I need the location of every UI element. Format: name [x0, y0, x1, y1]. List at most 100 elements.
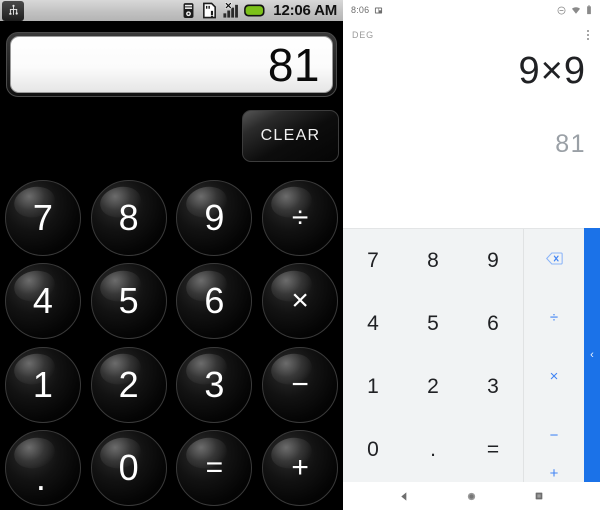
key-label: 2	[427, 375, 439, 399]
key-label: 1	[32, 363, 53, 405]
right-key-backspace[interactable]	[524, 229, 584, 288]
button-face: ×	[262, 263, 339, 340]
key-label: 1	[367, 375, 379, 399]
left-key-decimal[interactable]: .	[0, 427, 86, 510]
button-face: +	[262, 430, 339, 507]
key-label: 8	[118, 196, 139, 238]
left-display-bezel: 81	[6, 32, 337, 97]
wifi-icon	[571, 6, 581, 14]
signal-bars-icon	[223, 2, 239, 18]
left-key-divide[interactable]: ÷	[257, 176, 343, 260]
right-key-9[interactable]: 9	[463, 229, 523, 292]
key-label: 4	[32, 280, 53, 322]
right-key-minus[interactable]: −	[524, 406, 584, 465]
left-key-7[interactable]: 7	[0, 176, 86, 260]
left-key-equals[interactable]: =	[172, 427, 258, 510]
overflow-menu-icon[interactable]	[587, 30, 591, 40]
right-key-equals[interactable]: =	[463, 419, 523, 482]
right-key-0[interactable]: 0	[343, 419, 403, 482]
button-face: 6	[176, 263, 253, 340]
left-status-icons: 12:06 AM	[180, 2, 343, 19]
key-label: 7	[367, 248, 379, 272]
formula-display[interactable]: 9×9	[343, 52, 600, 90]
button-face: 3	[176, 346, 253, 423]
key-label: 0	[367, 438, 379, 462]
right-operator-pad: ÷ × − +	[524, 229, 584, 482]
right-key-plus[interactable]: +	[524, 465, 584, 482]
button-face: 8	[90, 179, 167, 256]
right-key-5[interactable]: 5	[403, 292, 463, 355]
key-label: ×	[291, 284, 309, 318]
button-face: 9	[176, 179, 253, 256]
clock-label: 12:06 AM	[273, 2, 337, 19]
angle-unit-label[interactable]: DEG	[352, 30, 374, 40]
key-label: −	[291, 367, 309, 401]
left-key-8[interactable]: 8	[86, 176, 172, 260]
left-key-6[interactable]: 6	[172, 260, 258, 344]
key-label: .	[430, 438, 436, 462]
right-key-multiply[interactable]: ×	[524, 347, 584, 406]
screenshot-icon	[375, 7, 383, 13]
left-key-2[interactable]: 2	[86, 343, 172, 427]
back-icon[interactable]	[399, 491, 410, 502]
left-keypad: 7 8 9 ÷ 4 5 6 × 1 2 3 −. 0 = +	[0, 176, 343, 510]
left-key-plus[interactable]: +	[257, 427, 343, 510]
button-face: .	[4, 430, 81, 507]
sd-card-warning-icon	[203, 2, 217, 19]
key-label: −	[549, 427, 559, 444]
right-key-divide[interactable]: ÷	[524, 288, 584, 347]
right-key-6[interactable]: 6	[463, 292, 523, 355]
right-key-decimal[interactable]: .	[403, 419, 463, 482]
left-key-multiply[interactable]: ×	[257, 260, 343, 344]
material-calculator-screenshot: 8:06 DEG 9×9 81 7 8 9 4 5 6 1 2 3 0 . = …	[343, 0, 600, 510]
clear-button-label: CLEAR	[260, 127, 321, 144]
right-key-2[interactable]: 2	[403, 356, 463, 419]
right-keypad: 7 8 9 4 5 6 1 2 3 0. = ÷ × − +	[343, 228, 600, 482]
left-key-9[interactable]: 9	[172, 176, 258, 260]
left-status-bar: 12:06 AM	[0, 0, 343, 24]
left-display-value: 81	[267, 38, 320, 91]
result-display: 81	[555, 130, 586, 158]
key-label: 0	[118, 447, 139, 489]
right-key-1[interactable]: 1	[343, 356, 403, 419]
right-key-8[interactable]: 8	[403, 229, 463, 292]
battery-icon	[587, 5, 591, 15]
key-label: 8	[427, 248, 439, 272]
left-key-1[interactable]: 1	[0, 343, 86, 427]
button-face: 0	[90, 430, 167, 507]
key-label: ×	[549, 368, 559, 385]
key-label: 5	[427, 311, 439, 335]
clear-button[interactable]: CLEAR	[242, 110, 339, 162]
home-icon[interactable]	[466, 491, 477, 502]
key-label: 5	[118, 280, 139, 322]
key-label: 9	[487, 248, 499, 272]
left-key-5[interactable]: 5	[86, 260, 172, 344]
button-face: −	[262, 346, 339, 423]
button-face: 2	[90, 346, 167, 423]
key-label: .	[35, 457, 46, 499]
key-label: ÷	[291, 200, 309, 234]
button-face: =	[176, 430, 253, 507]
right-key-3[interactable]: 3	[463, 356, 523, 419]
left-key-0[interactable]: 0	[86, 427, 172, 510]
right-key-4[interactable]: 4	[343, 292, 403, 355]
battery-icon	[244, 4, 265, 17]
left-key-4[interactable]: 4	[0, 260, 86, 344]
key-label: +	[549, 465, 559, 482]
button-face: 5	[90, 263, 167, 340]
chevron-left-icon: ‹	[590, 348, 594, 361]
legacy-calculator-screenshot: 12:06 AM 81 CLEAR 7 8 9 ÷ 4 5 6 × 1 2 3 −. 0 = +	[0, 0, 343, 510]
advanced-panel-toggle[interactable]: ‹	[584, 228, 600, 482]
right-toolbar: DEG	[343, 22, 600, 48]
left-key-3[interactable]: 3	[172, 343, 258, 427]
key-label: 6	[487, 311, 499, 335]
right-digit-pad: 7 8 9 4 5 6 1 2 3 0. =	[343, 229, 524, 482]
right-key-7[interactable]: 7	[343, 229, 403, 292]
key-label: 9	[204, 196, 225, 238]
status-time-label: 8:06	[351, 5, 370, 15]
key-label: ÷	[549, 309, 559, 326]
recents-icon[interactable]	[534, 491, 544, 501]
backspace-icon	[545, 252, 563, 265]
key-label: 2	[118, 363, 139, 405]
left-key-minus[interactable]: −	[257, 343, 343, 427]
